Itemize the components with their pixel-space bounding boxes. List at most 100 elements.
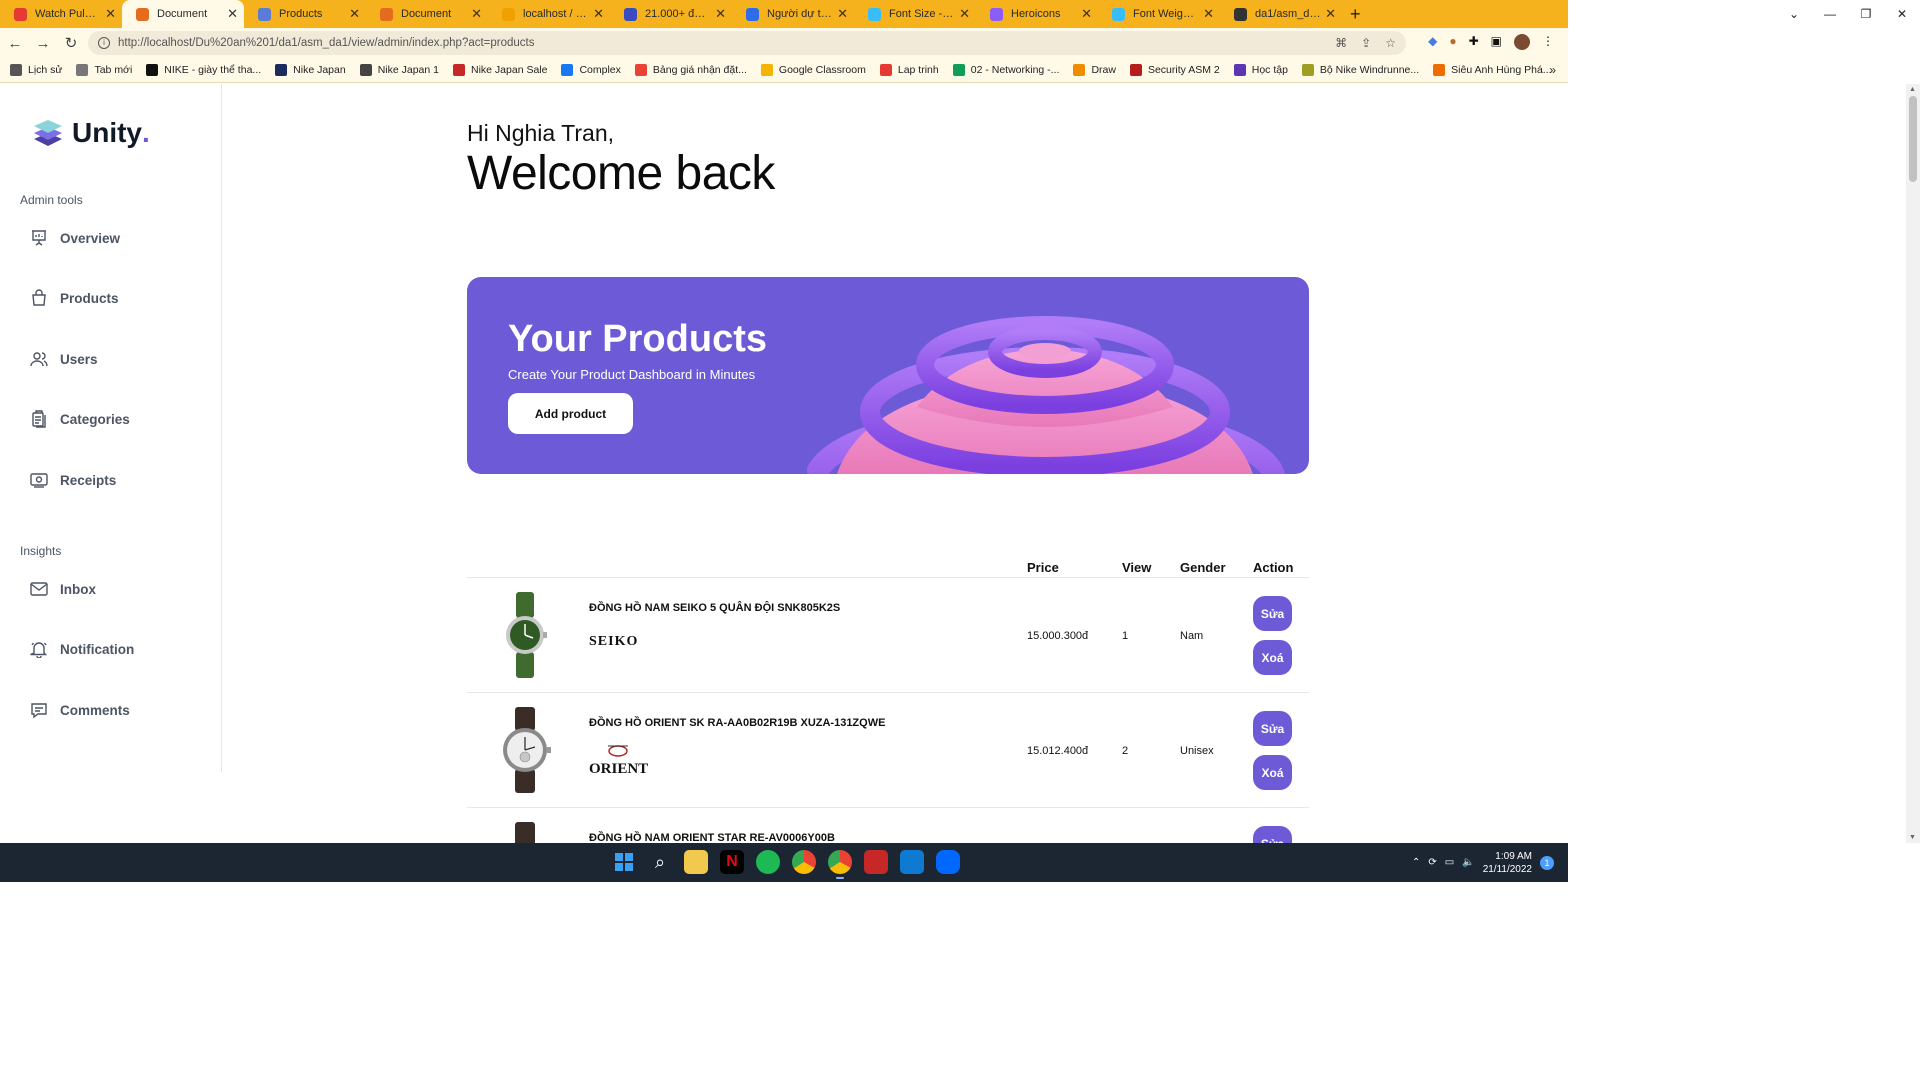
edit-button[interactable]: Sửa [1253, 826, 1292, 843]
menu-icon[interactable]: ⋮ [1542, 34, 1554, 50]
bookmark-item[interactable]: Nike Japan 1 [359, 64, 439, 76]
forward-icon[interactable]: → [30, 35, 56, 52]
edit-button[interactable]: Sửa [1253, 596, 1292, 631]
close-tab-icon[interactable]: ✕ [959, 6, 970, 22]
new-tab-button[interactable]: + [1350, 4, 1361, 25]
chrome-icon[interactable] [828, 850, 852, 879]
sidebar-item-inbox[interactable]: Inbox [30, 578, 96, 600]
product-name: ĐỒNG HỒ ORIENT SK RA-AA0B02R19B XUZA-131… [589, 717, 886, 729]
tray-overflow-icon[interactable]: ⌃ [1412, 857, 1420, 868]
sync-icon[interactable]: ⟳ [1428, 857, 1436, 868]
bookmark-item[interactable]: Google Classroom [760, 64, 866, 76]
side-panel-icon[interactable]: ▣ [1491, 34, 1502, 50]
notification-badge[interactable]: 1 [1540, 855, 1554, 870]
brand-logo[interactable]: Unity. [32, 117, 150, 149]
restore-button[interactable]: ❐ [1848, 7, 1884, 21]
start-button[interactable] [612, 850, 636, 874]
star-icon[interactable]: ☆ [1385, 36, 1396, 50]
bookmark-item[interactable]: Siêu Anh Hùng Phá... [1433, 64, 1552, 76]
close-tab-icon[interactable]: ✕ [1325, 6, 1336, 22]
bookmark-item[interactable]: Security ASM 2 [1129, 64, 1220, 76]
browser-tab[interactable]: Người dự thính ✕ [732, 0, 854, 28]
bookmark-item[interactable]: Nike Japan Sale [453, 64, 547, 76]
bookmark-item[interactable]: Lịch sử [10, 64, 62, 76]
browser-tab[interactable]: Watch Pulp Fiction ✕ [0, 0, 122, 28]
bookmark-item[interactable]: 02 - Networking -... [952, 64, 1059, 76]
bookmark-item[interactable]: Tab mới [76, 64, 132, 76]
browser-tab[interactable]: 21.000+ đồng hồ✕ [610, 0, 732, 28]
browser-tab[interactable]: Font Weight - Tailwind ✕ [1098, 0, 1220, 28]
scroll-down-icon[interactable]: ▼ [1909, 834, 1916, 841]
more-bookmarks-icon[interactable]: » [1549, 63, 1556, 77]
profile-avatar[interactable] [1514, 34, 1530, 50]
browser-tab[interactable]: Heroicons ✕ [976, 0, 1098, 28]
bookmark-favicon-icon [1129, 64, 1142, 76]
add-product-button[interactable]: Add product [508, 393, 633, 434]
page-scrollbar[interactable]: ▲ ▼ [1906, 84, 1920, 843]
close-tab-icon[interactable]: ✕ [471, 6, 482, 22]
bookmark-item[interactable]: Draw [1073, 64, 1116, 76]
zalo-icon[interactable] [936, 850, 960, 874]
bookmark-favicon-icon [760, 64, 773, 76]
sidebar-item-comments[interactable]: Comments [30, 699, 130, 721]
sidebar-item-users[interactable]: Users [30, 348, 98, 370]
delete-button[interactable]: Xoá [1253, 640, 1292, 675]
chrome-profile-icon[interactable] [792, 850, 816, 874]
bookmark-item[interactable]: Complex [561, 64, 621, 76]
search-icon[interactable]: ⌕ [648, 850, 672, 874]
netflix-icon[interactable]: N [720, 850, 744, 874]
bookmark-item[interactable]: Bảng giá nhận đặt... [634, 64, 747, 76]
share-icon[interactable]: ⇪ [1361, 36, 1371, 50]
close-tab-icon[interactable]: ✕ [349, 6, 360, 22]
sidebar-item-categories[interactable]: Categories [30, 408, 130, 430]
bookmark-item[interactable]: NIKE - giày thể tha... [146, 64, 261, 76]
volume-icon[interactable]: 🔈 [1462, 857, 1474, 868]
browser-tab[interactable]: localhost / 127.0.0.1 ✕ [488, 0, 610, 28]
tab-search-icon[interactable]: ⌄ [1776, 7, 1812, 21]
browser-tab[interactable]: da1/asm_da1 at✕ [1220, 0, 1342, 28]
extension-cookie-icon[interactable]: ● [1449, 34, 1456, 50]
edit-button[interactable]: Sửa [1253, 711, 1292, 746]
sidebar-item-notification[interactable]: Notification [30, 638, 134, 660]
browser-tab[interactable]: Products ✕ [244, 0, 366, 28]
tab-favicon-icon [868, 7, 881, 21]
reload-icon[interactable]: ↻ [58, 34, 84, 52]
sidebar-item-receipts[interactable]: Receipts [30, 469, 116, 491]
url-bar[interactable]: i http://localhost/Du%20an%201/da1/asm_d… [88, 31, 1406, 55]
file-explorer-icon[interactable] [684, 850, 708, 874]
sidebar-item-products[interactable]: Products [30, 287, 119, 309]
extensions-puzzle-icon[interactable]: ✚ [1469, 34, 1479, 50]
spotify-icon[interactable] [756, 850, 780, 874]
extension-translate-icon[interactable]: ◆ [1428, 34, 1437, 50]
network-icon[interactable]: ▭ [1445, 857, 1454, 868]
delete-button[interactable]: Xoá [1253, 755, 1292, 790]
back-icon[interactable]: ← [2, 35, 28, 52]
close-window-button[interactable]: ✕ [1884, 7, 1920, 21]
bookmark-item[interactable]: Học tập [1233, 64, 1288, 76]
close-tab-icon[interactable]: ✕ [1203, 6, 1214, 22]
close-tab-icon[interactable]: ✕ [1081, 6, 1092, 22]
bookmark-item[interactable]: Nike Japan [275, 64, 346, 76]
browser-tab[interactable]: Font Size - Tailwind ✕ [854, 0, 976, 28]
browser-tab[interactable]: Document ✕ [366, 0, 488, 28]
scrollbar-thumb[interactable] [1909, 96, 1917, 182]
browser-tab[interactable]: Document ✕ [122, 0, 244, 28]
clock[interactable]: 1:09 AM 21/11/2022 [1483, 850, 1532, 876]
bookmark-item[interactable]: Bộ Nike Windrunne... [1301, 64, 1419, 76]
scroll-up-icon[interactable]: ▲ [1909, 86, 1916, 93]
bookmark-label: Complex [579, 64, 621, 76]
close-tab-icon[interactable]: ✕ [593, 6, 604, 22]
product-view-count: 1 [1122, 630, 1129, 642]
bookmark-favicon-icon [146, 64, 159, 76]
vscode-icon[interactable] [900, 850, 924, 874]
close-tab-icon[interactable]: ✕ [227, 6, 238, 22]
close-tab-icon[interactable]: ✕ [105, 6, 116, 22]
bookmark-item[interactable]: Lap trinh [879, 64, 939, 76]
close-tab-icon[interactable]: ✕ [837, 6, 848, 22]
site-info-icon[interactable]: i [98, 37, 110, 49]
sidebar-item-overview[interactable]: Overview [30, 227, 120, 249]
minimize-button[interactable]: — [1812, 7, 1848, 21]
close-tab-icon[interactable]: ✕ [715, 6, 726, 22]
garena-icon[interactable] [864, 850, 888, 874]
translate-icon[interactable]: ⌘ [1335, 36, 1347, 50]
